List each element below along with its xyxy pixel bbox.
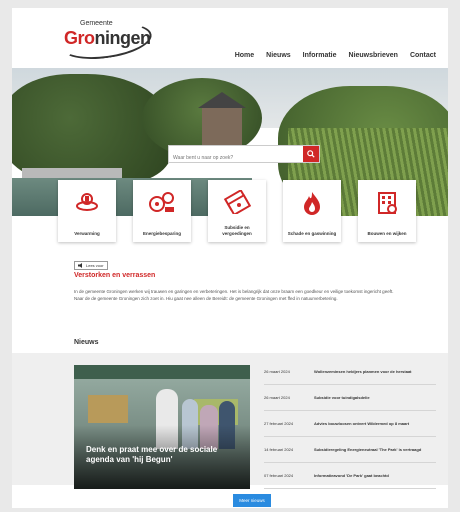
card-label: Bouwen en wijken (367, 230, 407, 236)
energy-icon (149, 192, 174, 212)
card-label: Schade en gaswinning (287, 230, 337, 236)
nav-informatie[interactable]: Informatie (303, 52, 337, 59)
nav-nieuwsbrieven[interactable]: Nieuwsbrieven (349, 52, 398, 59)
news-date: 27 februari 2024 (264, 421, 294, 426)
header: Gemeente Groningen Home Nieuws Informati… (12, 8, 448, 68)
news-featured[interactable]: Denk en praat mee over de sociale agenda… (74, 365, 250, 489)
building-icon (378, 192, 397, 214)
news-section-title: Nieuws (74, 339, 99, 346)
main-nav: Home Nieuws Informatie Nieuwsbrieven Con… (235, 52, 436, 59)
search-button[interactable] (303, 146, 319, 162)
news-headline: Subsidie voor tuindigalsdelie (314, 394, 370, 400)
logo[interactable]: Gemeente Groningen (58, 17, 154, 65)
search-icon (307, 150, 315, 158)
logo-name: Groningen (64, 28, 151, 48)
fire-icon (304, 192, 320, 215)
news-item[interactable]: 26 maart 2024 Wollenzeminsen heldjers pl… (264, 359, 436, 385)
page: Gemeente Groningen Home Nieuws Informati… (12, 8, 448, 508)
news-date: 07 februari 2024 (264, 473, 294, 478)
card-energiebesparing[interactable]: Energiebesparing (133, 180, 191, 242)
card-schade[interactable]: Schade en gaswinning (283, 180, 341, 242)
news-headline: Subsidieregeling Energieneutraal 'The Pa… (314, 446, 422, 452)
news-list: 26 maart 2024 Wollenzeminsen heldjers pl… (264, 359, 436, 489)
card-label: Verwarming (74, 230, 100, 236)
news-featured-caption: Denk en praat mee over de sociale agenda… (86, 445, 218, 465)
read-aloud-label: Lees voor (86, 263, 104, 268)
nav-nieuws[interactable]: Nieuws (266, 52, 291, 59)
nav-contact[interactable]: Contact (410, 52, 436, 59)
news-headline: Advies bouwloosen ontvert Wildermed op 8… (314, 420, 410, 426)
logo-municipality: Gemeente (80, 20, 113, 27)
more-news-button[interactable]: Meer nieuws (233, 494, 271, 507)
card-label: Subsidie en vergoedingen (222, 225, 252, 236)
alert-title: Verstorken en verrassen (74, 272, 156, 279)
alert-text: In de gemeente Groningen werken wij trau… (74, 289, 394, 301)
search-input[interactable] (169, 151, 297, 165)
news-item[interactable]: 26 maart 2024 Subsidie voor tuindigalsde… (264, 385, 436, 411)
read-aloud-button[interactable]: Lees voor (74, 261, 108, 270)
card-subsidie[interactable]: Subsidie en vergoedingen (208, 180, 266, 242)
news-date: 14 februari 2024 (264, 447, 294, 452)
card-label: Energiebesparing (142, 230, 181, 236)
news-date: 26 maart 2024 (264, 369, 290, 374)
speaker-icon (78, 263, 82, 268)
news-item[interactable]: 27 februari 2024 Advies bouwloosen ontve… (264, 411, 436, 437)
news-item[interactable]: 07 februari 2024 Informatieavond 'De Par… (264, 463, 436, 489)
news-headline: Informatieavond 'De Park' gaat beachtd (314, 472, 389, 478)
topic-cards: Verwarming Energiebesparing Subsidie en … (58, 180, 416, 242)
news-date: 26 maart 2024 (264, 395, 290, 400)
card-bouwen[interactable]: Bouwen en wijken (358, 180, 416, 242)
news-item[interactable]: 14 februari 2024 Subsidieregeling Energi… (264, 437, 436, 463)
nav-home[interactable]: Home (235, 52, 254, 59)
news-headline: Wollenzeminsen heldjers planmen voor de … (314, 368, 412, 374)
heater-icon (76, 193, 98, 211)
search-bar (168, 145, 320, 165)
card-verwarming[interactable]: Verwarming (58, 180, 116, 242)
subsidy-icon (223, 190, 251, 214)
